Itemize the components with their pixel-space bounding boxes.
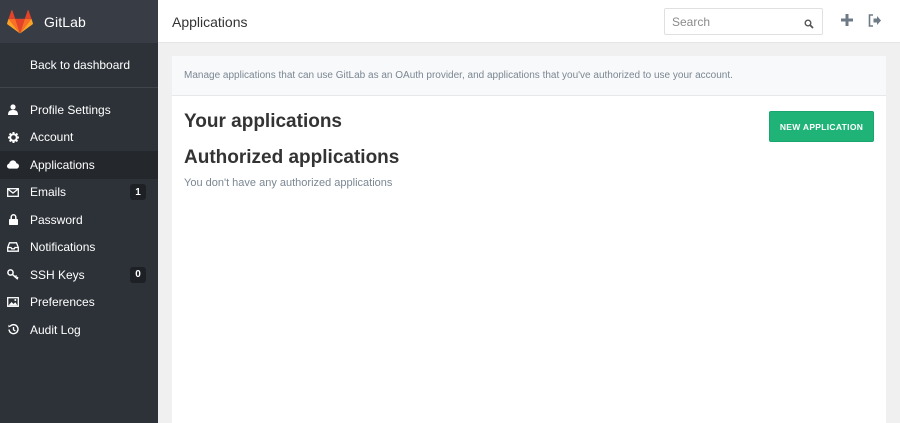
new-application-button[interactable]: NEW APPLICATION bbox=[769, 111, 874, 142]
app-name: GitLab bbox=[44, 13, 86, 30]
image-icon bbox=[7, 296, 19, 308]
sign-out-icon[interactable] bbox=[868, 14, 882, 27]
search-box[interactable] bbox=[664, 8, 823, 35]
sidebar-item-applications[interactable]: Applications bbox=[0, 151, 158, 179]
main-content: Manage applications that can use GitLab … bbox=[172, 56, 886, 423]
emails-count-badge: 1 bbox=[130, 184, 146, 201]
gitlab-fox-icon bbox=[7, 9, 33, 34]
sidebar: GitLab Back to dashboard Profile Setting… bbox=[0, 0, 158, 423]
top-header: Applications bbox=[158, 0, 900, 43]
sidebar-item-preferences[interactable]: Preferences bbox=[0, 289, 158, 317]
sidebar-nav: Profile Settings Account Applications Em… bbox=[0, 88, 158, 344]
user-icon bbox=[7, 104, 19, 116]
plus-icon[interactable] bbox=[840, 13, 854, 27]
sidebar-item-emails[interactable]: Emails 1 bbox=[0, 179, 158, 207]
history-icon bbox=[7, 324, 19, 336]
envelope-icon bbox=[7, 186, 19, 198]
ssh-keys-count-badge: 0 bbox=[130, 266, 146, 283]
sidebar-item-audit-log[interactable]: Audit Log bbox=[0, 316, 158, 344]
sidebar-item-account[interactable]: Account bbox=[0, 124, 158, 152]
your-applications-heading: Your applications bbox=[184, 111, 343, 132]
search-icon[interactable] bbox=[804, 16, 814, 29]
sidebar-item-profile-settings[interactable]: Profile Settings bbox=[0, 96, 158, 124]
page-title: Applications bbox=[172, 13, 248, 30]
authorized-applications-heading: Authorized applications bbox=[184, 147, 400, 168]
gear-icon bbox=[7, 131, 19, 143]
key-icon bbox=[7, 269, 19, 281]
sidebar-item-password[interactable]: Password bbox=[0, 206, 158, 234]
cloud-icon bbox=[7, 159, 19, 171]
lock-icon bbox=[7, 214, 19, 226]
sidebar-item-notifications[interactable]: Notifications bbox=[0, 234, 158, 262]
sidebar-item-ssh-keys[interactable]: SSH Keys 0 bbox=[0, 261, 158, 289]
back-to-dashboard-link[interactable]: Back to dashboard bbox=[0, 43, 158, 88]
search-input[interactable] bbox=[665, 9, 795, 34]
logo-bar[interactable]: GitLab bbox=[0, 0, 158, 43]
empty-state-text: You don't have any authorized applicatio… bbox=[184, 177, 393, 189]
inbox-icon bbox=[7, 241, 19, 253]
info-banner: Manage applications that can use GitLab … bbox=[172, 56, 886, 96]
